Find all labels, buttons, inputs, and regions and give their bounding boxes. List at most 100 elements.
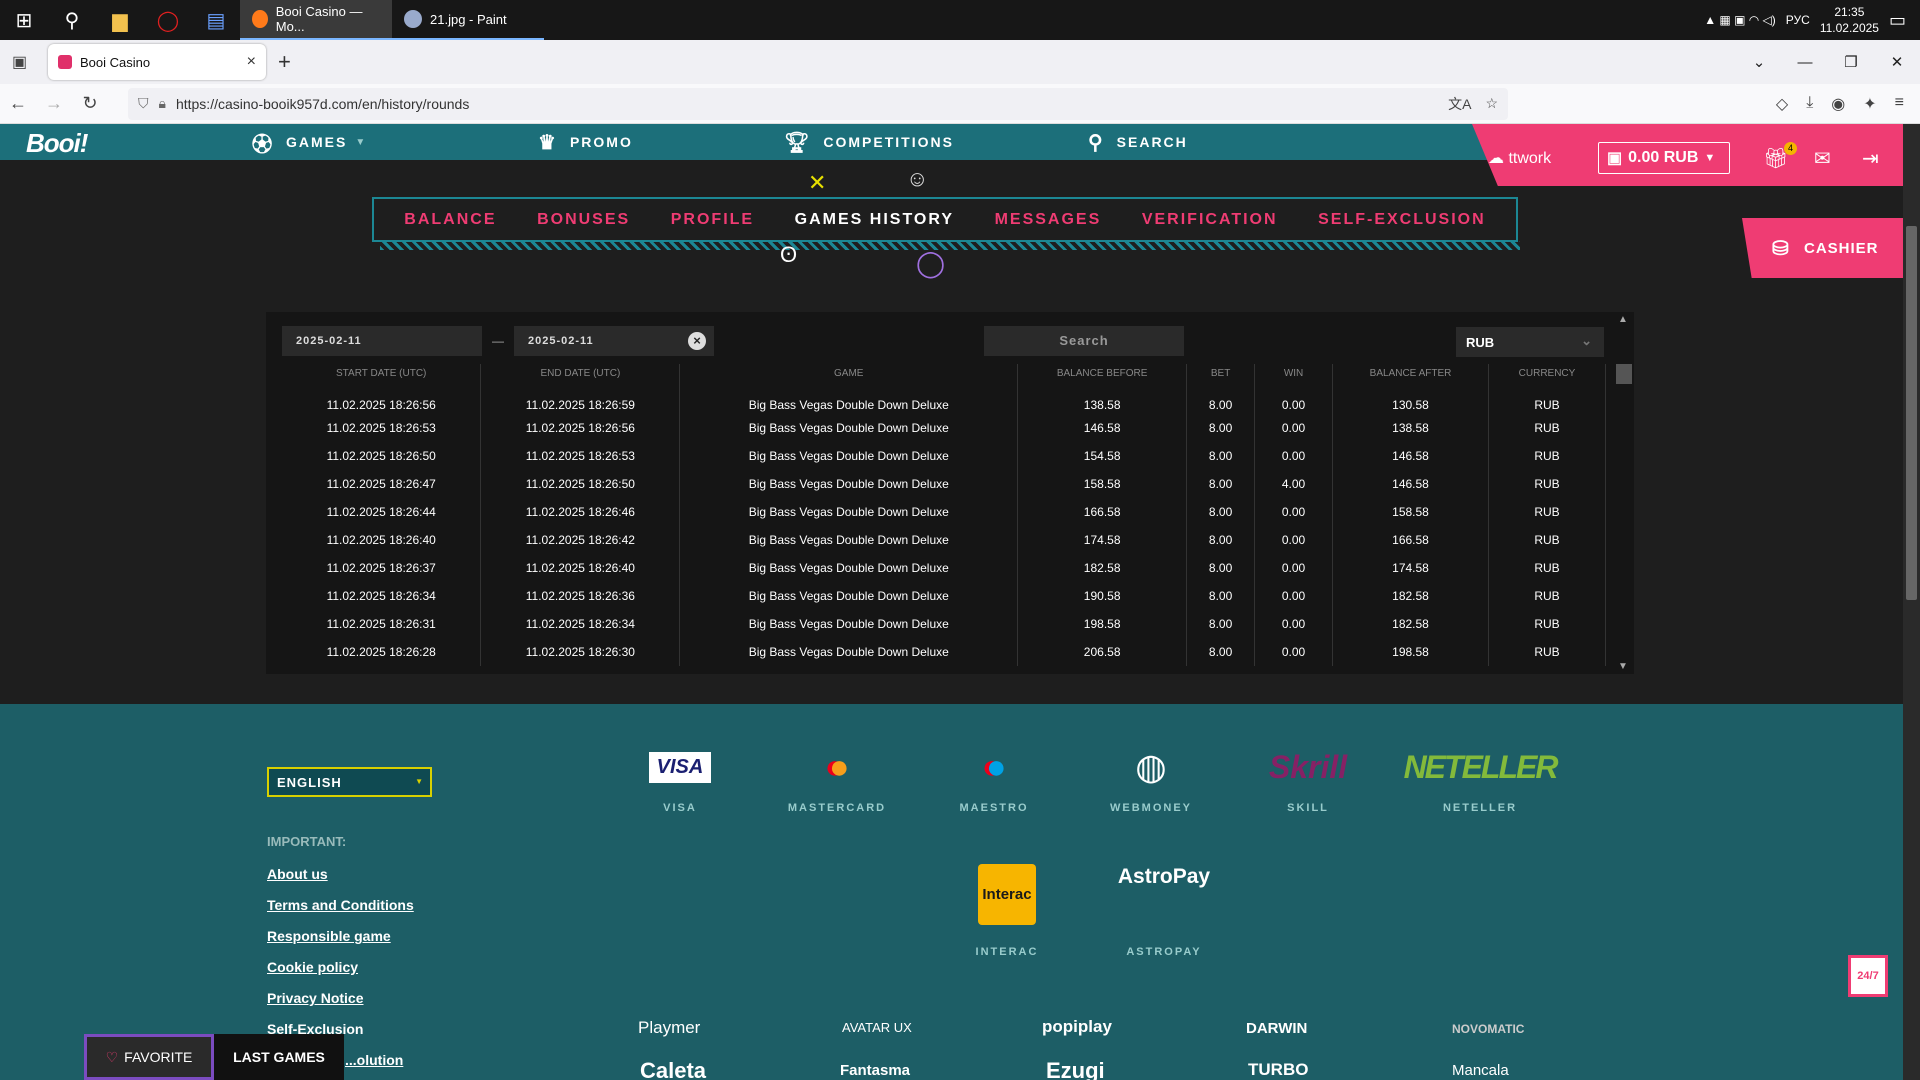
reload-button[interactable]: ↻: [72, 93, 108, 114]
table-cell: 146.58: [1332, 442, 1489, 470]
table-cell: 11.02.2025 18:26:53: [480, 442, 681, 470]
app-icon[interactable]: ▤: [192, 0, 240, 40]
currency-select[interactable]: RUB ⌄: [1456, 327, 1604, 357]
column-header: CURRENCY: [1488, 364, 1607, 386]
table-cell: 158.58: [1332, 498, 1489, 526]
table-cell: 11.02.2025 18:26:46: [480, 498, 681, 526]
tab-self-exclusion[interactable]: SELF-EXCLUSION: [1318, 211, 1486, 229]
cashier-button[interactable]: ⛁ CASHIER: [1742, 218, 1903, 278]
table-cell: 0.00: [1254, 526, 1334, 554]
tab-balance[interactable]: BALANCE: [404, 211, 496, 229]
table-cell: Big Bass Vegas Double Down Deluxe: [679, 554, 1019, 582]
tab-verification[interactable]: VERIFICATION: [1142, 211, 1278, 229]
nav-games[interactable]: ⚽︎ GAMES ▼: [252, 124, 367, 160]
back-button[interactable]: ←: [0, 93, 36, 114]
tab-bonuses[interactable]: BONUSES: [537, 211, 630, 229]
forward-button[interactable]: →: [36, 93, 72, 114]
favorite-button[interactable]: ♡ FAVORITE: [84, 1034, 214, 1080]
new-tab-button[interactable]: +: [278, 49, 291, 75]
table-cell: 0.00: [1254, 498, 1334, 526]
taskbar-app-paint[interactable]: 21.jpg - Paint: [392, 0, 544, 40]
support-chat-button[interactable]: 24/7: [1848, 955, 1888, 997]
close-tab-icon[interactable]: ×: [247, 53, 256, 71]
provider-avatarux[interactable]: AVATAR UX: [842, 1020, 912, 1035]
extensions-icon[interactable]: ✦: [1863, 94, 1876, 114]
provider-popiplay[interactable]: popiplay: [1042, 1017, 1112, 1037]
download-icon[interactable]: ⤓: [1806, 94, 1813, 114]
table-cell: 0.00: [1254, 442, 1334, 470]
scroll-up-icon[interactable]: ▲: [1618, 314, 1628, 325]
close-window-button[interactable]: ✕: [1874, 40, 1920, 84]
provider-caleta[interactable]: Caleta: [640, 1058, 706, 1080]
provider-playmer[interactable]: Playmer: [638, 1018, 700, 1038]
search-input[interactable]: Search: [984, 326, 1184, 356]
notification-icon[interactable]: ▭: [1889, 10, 1906, 31]
start-date-input[interactable]: 2025-02-11: [282, 326, 482, 356]
table-cell: 11.02.2025 18:26:28: [282, 638, 482, 666]
table-cell: Big Bass Vegas Double Down Deluxe: [679, 526, 1019, 554]
footer-link-responsible[interactable]: Responsible game: [267, 928, 391, 944]
tab-messages[interactable]: MESSAGES: [995, 211, 1102, 229]
windows-start-icon[interactable]: ⊞: [0, 0, 48, 40]
table-cell: RUB: [1488, 386, 1607, 414]
search-icon[interactable]: ⚲: [48, 0, 96, 40]
table-row: 11.02.2025 18:26:28 11.02.2025 18:26:30 Bi…: [282, 638, 1607, 666]
toolbar-icons: ◇ ⤓ ◉ ✦ ≡: [1776, 94, 1920, 114]
menu-icon[interactable]: ≡: [1895, 94, 1904, 114]
provider-ezugi[interactable]: Ezugi: [1046, 1058, 1105, 1080]
taskbar-app-firefox[interactable]: Booi Casino — Mo...: [240, 0, 392, 40]
provider-mancala[interactable]: Mancala: [1452, 1062, 1509, 1079]
footer-link-resolution[interactable]: ...olution: [345, 1052, 403, 1068]
nav-competitions[interactable]: 🏆︎ COMPETITIONS: [784, 124, 954, 160]
translate-icon[interactable]: 文A: [1448, 94, 1471, 114]
nav-promo[interactable]: ♛ PROMO: [538, 124, 633, 160]
opera-icon[interactable]: ◯: [144, 0, 192, 40]
scroll-down-icon[interactable]: ▼: [1618, 661, 1628, 672]
footer-link-privacy[interactable]: Privacy Notice: [267, 990, 364, 1006]
logout-icon[interactable]: ⇥: [1862, 146, 1879, 171]
paint-icon: [404, 10, 422, 28]
tab-list-icon[interactable]: ▣: [12, 52, 27, 72]
tab-games-history[interactable]: GAMES HISTORY: [795, 211, 954, 229]
restore-button[interactable]: ❐: [1828, 40, 1874, 84]
provider-turbo[interactable]: TURBO: [1248, 1060, 1308, 1080]
browser-tab[interactable]: Booi Casino ×: [48, 44, 266, 80]
page-scrollbar[interactable]: [1903, 124, 1920, 1080]
scroll-thumb[interactable]: [1616, 364, 1632, 384]
file-explorer-icon[interactable]: ▆: [96, 0, 144, 40]
footer-link-terms[interactable]: Terms and Conditions: [267, 897, 414, 913]
address-bar[interactable]: ⛉ 🔒︎ https://casino-booik957d.com/en/histo…: [128, 87, 1508, 120]
balance-dropdown[interactable]: ▣ 0.00 RUB ▼: [1598, 142, 1730, 174]
tray-icons[interactable]: ▲ ▦ ▣ ◠ ◁): [1704, 13, 1776, 27]
footer-link-cookie[interactable]: Cookie policy: [267, 959, 358, 975]
table-row: 11.02.2025 18:26:53 11.02.2025 18:26:56 Bi…: [282, 414, 1607, 442]
star-icon[interactable]: ☆: [1485, 95, 1498, 112]
soccer-ball-icon: ⚽︎: [252, 133, 274, 156]
provider-novomatic[interactable]: NOVOMATIC: [1452, 1022, 1524, 1036]
site-logo[interactable]: Booi!: [26, 128, 88, 159]
column-header: START DATE (UTC): [282, 364, 482, 386]
table-scrollbar[interactable]: ▲ ▼: [1613, 312, 1634, 674]
heart-icon: ♡: [105, 1048, 119, 1065]
page-scroll-thumb[interactable]: [1906, 226, 1917, 600]
account-icon[interactable]: ◉: [1831, 94, 1845, 114]
payment-skrill: Skrill SKILL: [1248, 742, 1368, 815]
username[interactable]: ☁ ttwork: [1488, 148, 1551, 168]
footer-link-about[interactable]: About us: [267, 866, 328, 882]
last-games-button[interactable]: LAST GAMES: [214, 1034, 344, 1080]
tab-profile[interactable]: PROFILE: [671, 211, 754, 229]
payment-astropay: AstroPay ASTROPAY: [1104, 862, 1224, 958]
language-select[interactable]: ENGLISH ▼: [267, 767, 432, 797]
provider-darwin[interactable]: DARWIN: [1246, 1020, 1307, 1037]
table-cell: 11.02.2025 18:26:53: [282, 414, 482, 442]
clear-date-icon[interactable]: ×: [688, 332, 706, 350]
minimize-button[interactable]: —: [1782, 40, 1828, 84]
chevron-down-icon[interactable]: ⌄: [1736, 40, 1782, 84]
provider-fantasma[interactable]: Fantasma: [840, 1062, 910, 1079]
end-date-input[interactable]: 2025-02-11: [514, 326, 714, 356]
clock[interactable]: 21:35 11.02.2025: [1820, 4, 1879, 36]
nav-search[interactable]: ⚲ SEARCH: [1088, 124, 1188, 160]
mail-icon[interactable]: ✉: [1814, 146, 1831, 171]
language-indicator[interactable]: РУС: [1786, 13, 1810, 27]
pocket-icon[interactable]: ◇: [1776, 94, 1788, 114]
